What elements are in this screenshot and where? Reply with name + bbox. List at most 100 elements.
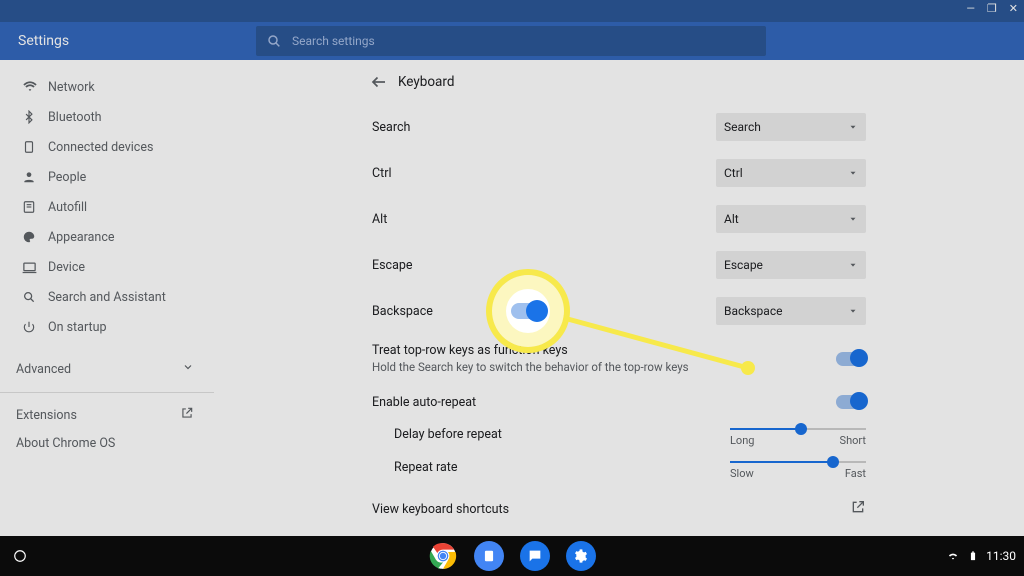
sidebar-item-search-assistant[interactable]: Search and Assistant <box>0 282 214 312</box>
about-label: About Chrome OS <box>16 436 115 451</box>
dd-label: Search <box>372 120 410 135</box>
messages-app-icon[interactable] <box>520 541 550 571</box>
separator <box>0 392 214 393</box>
window-close-icon[interactable]: ✕ <box>1009 2 1018 15</box>
devices-icon <box>22 140 48 154</box>
slider-rate-row: Repeat rate Slow Fast <box>364 454 874 487</box>
window-maximize-icon[interactable]: ❐ <box>987 2 997 15</box>
settings-app-icon[interactable] <box>566 541 596 571</box>
external-link-icon <box>850 499 866 519</box>
dropdown-escape[interactable]: Escape <box>716 251 866 279</box>
caret-down-icon <box>848 214 858 224</box>
clock: 11:30 <box>986 549 1016 563</box>
system-tray[interactable]: 11:30 <box>946 549 1016 563</box>
dropdown-alt[interactable]: Alt <box>716 205 866 233</box>
launcher-icon <box>13 549 27 563</box>
external-link-icon <box>180 406 194 424</box>
sidebar-about[interactable]: About Chrome OS <box>0 429 214 457</box>
panel-header: Keyboard <box>364 60 874 104</box>
sidebar: Network Bluetooth Connected devices Peop… <box>0 60 214 576</box>
dd-label: Alt <box>372 212 387 227</box>
chrome-app-icon[interactable] <box>428 541 458 571</box>
dd-label: Ctrl <box>372 166 392 181</box>
battery-status-icon <box>968 549 978 563</box>
fnkeys-subtitle: Hold the Search key to switch the behavi… <box>372 360 689 374</box>
sidebar-item-on-startup[interactable]: On startup <box>0 312 214 342</box>
sidebar-item-label: Device <box>48 260 85 275</box>
chromeos-shelf: 11:30 <box>0 536 1024 576</box>
sidebar-item-label: Appearance <box>48 230 115 245</box>
search-box[interactable] <box>256 26 766 56</box>
sidebar-item-label: Search and Assistant <box>48 290 166 305</box>
app-title: Settings <box>18 33 256 49</box>
palette-icon <box>22 230 48 244</box>
dd-value: Backspace <box>724 304 782 318</box>
view-shortcuts-row[interactable]: View keyboard shortcuts <box>364 487 874 531</box>
dd-row-ctrl: Ctrl Ctrl <box>364 150 874 196</box>
caret-down-icon <box>848 260 858 270</box>
dropdown-backspace[interactable]: Backspace <box>716 297 866 325</box>
sidebar-item-people[interactable]: People <box>0 162 214 192</box>
caret-down-icon <box>848 122 858 132</box>
sidebar-item-connected-devices[interactable]: Connected devices <box>0 132 214 162</box>
sidebar-item-autofill[interactable]: Autofill <box>0 192 214 222</box>
dd-value: Escape <box>724 258 763 272</box>
callout-toggle-icon <box>511 303 545 319</box>
search-icon <box>22 290 48 304</box>
toggle-fn-keys[interactable] <box>836 352 866 366</box>
sidebar-item-label: Connected devices <box>48 140 153 155</box>
slider-end-left: Long <box>730 434 754 447</box>
window-minimize-icon[interactable]: — <box>966 2 975 15</box>
slider-delay[interactable]: Long Short <box>730 428 866 447</box>
sidebar-item-label: Network <box>48 80 95 95</box>
fnkeys-row: Treat top-row keys as function keys Hold… <box>364 334 874 383</box>
slider-delay-label: Delay before repeat <box>394 427 534 442</box>
laptop-icon <box>22 260 48 275</box>
sidebar-item-label: On startup <box>48 320 106 335</box>
dd-row-backspace: Backspace Backspace <box>364 288 874 334</box>
sidebar-item-label: Bluetooth <box>48 110 102 125</box>
dd-row-alt: Alt Alt <box>364 196 874 242</box>
sidebar-item-label: Autofill <box>48 200 87 215</box>
caret-down-icon <box>848 168 858 178</box>
docs-app-icon[interactable] <box>474 541 504 571</box>
autorepeat-title: Enable auto-repeat <box>372 395 476 410</box>
dd-row-escape: Escape Escape <box>364 242 874 288</box>
dd-value: Ctrl <box>724 166 743 180</box>
sidebar-item-label: People <box>48 170 86 185</box>
dd-value: Alt <box>724 212 739 226</box>
sidebar-item-network[interactable]: Network <box>0 72 214 102</box>
chevron-down-icon <box>182 361 194 377</box>
advanced-label: Advanced <box>16 362 71 377</box>
slider-rate[interactable]: Slow Fast <box>730 461 866 480</box>
dropdown-ctrl[interactable]: Ctrl <box>716 159 866 187</box>
dropdown-search[interactable]: Search <box>716 113 866 141</box>
slider-end-left: Slow <box>730 467 754 480</box>
sidebar-extensions[interactable]: Extensions <box>0 401 214 429</box>
arrow-left-icon <box>370 73 388 91</box>
back-button[interactable] <box>364 73 394 91</box>
caret-down-icon <box>848 306 858 316</box>
launcher-button[interactable] <box>0 549 40 563</box>
dd-label: Escape <box>372 258 413 273</box>
autorepeat-row: Enable auto-repeat <box>364 383 874 421</box>
person-icon <box>22 170 48 184</box>
slider-delay-row: Delay before repeat Long Short <box>364 421 874 454</box>
power-icon <box>22 320 48 334</box>
sidebar-advanced[interactable]: Advanced <box>0 354 214 384</box>
sidebar-item-bluetooth[interactable]: Bluetooth <box>0 102 214 132</box>
dd-value: Search <box>724 120 761 134</box>
content-area: Keyboard Search Search Ctrl Ctrl Alt <box>214 60 1024 576</box>
wifi-icon <box>22 79 48 95</box>
bluetooth-icon <box>22 110 48 124</box>
extensions-label: Extensions <box>16 408 77 423</box>
wifi-status-icon <box>946 549 960 563</box>
search-icon <box>266 33 282 49</box>
sidebar-item-device[interactable]: Device <box>0 252 214 282</box>
sidebar-item-appearance[interactable]: Appearance <box>0 222 214 252</box>
toggle-auto-repeat[interactable] <box>836 395 866 409</box>
autofill-icon <box>22 200 48 214</box>
search-input[interactable] <box>290 33 766 49</box>
dd-label: Backspace <box>372 304 433 319</box>
slider-rate-label: Repeat rate <box>394 460 534 475</box>
